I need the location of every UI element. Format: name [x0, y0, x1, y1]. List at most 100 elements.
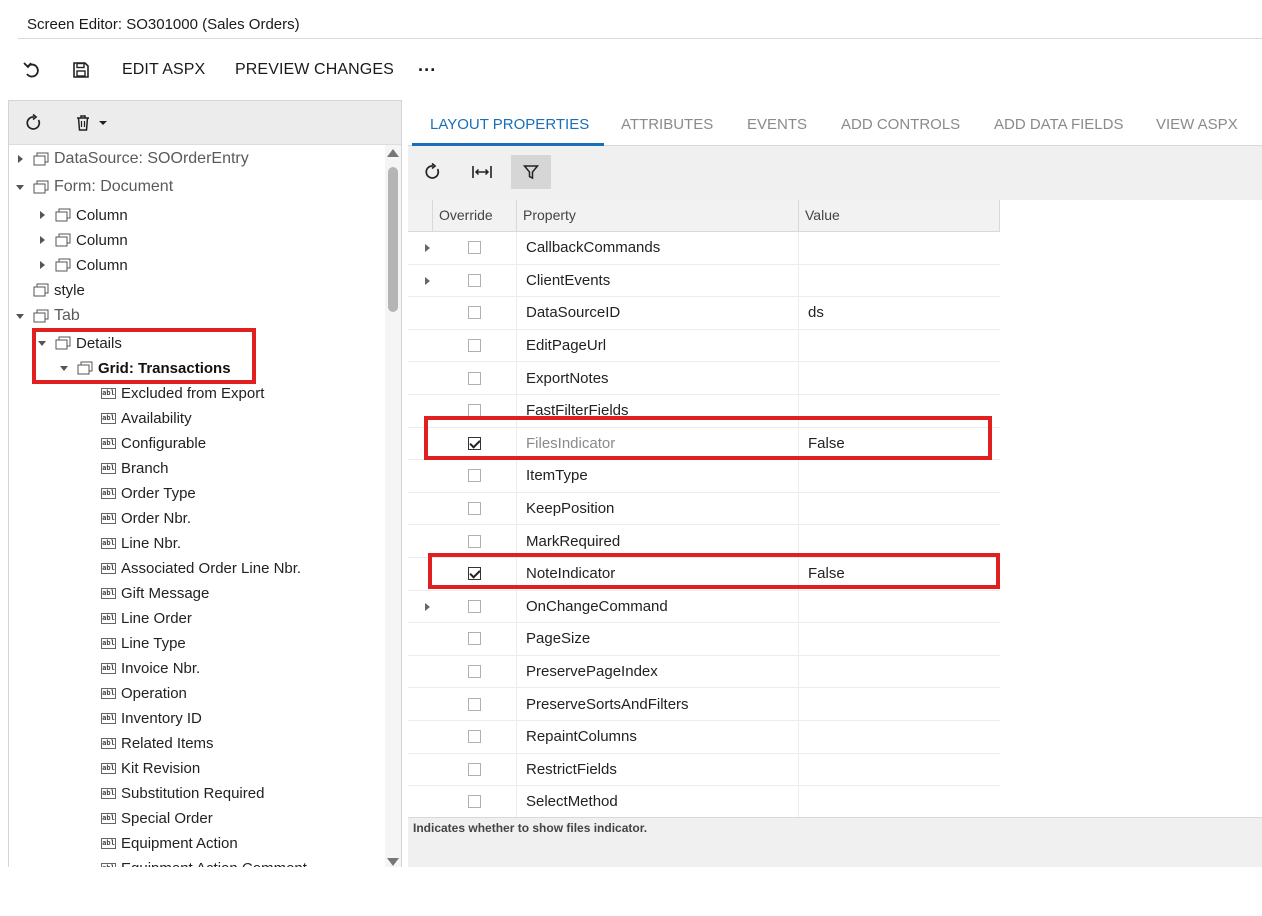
scroll-thumb[interactable]: [388, 167, 398, 312]
tree-node-tab[interactable]: Tab: [15, 304, 80, 328]
property-row[interactable]: FastFilterFields: [408, 395, 1000, 428]
override-checkbox[interactable]: [467, 730, 481, 744]
collapse-arrow-icon[interactable]: [37, 337, 49, 349]
tree-field-item[interactable]: abl Substitution Required: [101, 781, 264, 805]
tree-node-form-document[interactable]: Form: Document: [15, 175, 173, 199]
tab-layout-properties[interactable]: LAYOUT PROPERTIES: [430, 116, 589, 133]
tree-field-item[interactable]: abl Associated Order Line Nbr.: [101, 556, 301, 580]
save-button[interactable]: [72, 52, 94, 88]
column-header-property[interactable]: Property: [516, 200, 798, 232]
property-row[interactable]: KeepPosition: [408, 492, 1000, 526]
preview-changes-button[interactable]: PREVIEW CHANGES: [235, 52, 394, 88]
expand-arrow-icon[interactable]: [425, 244, 430, 252]
override-checkbox[interactable]: [467, 632, 481, 646]
tree-node-style[interactable]: style: [33, 278, 85, 302]
tree-field-item[interactable]: abl Line Nbr.: [101, 531, 181, 555]
property-row[interactable]: NoteIndicator False: [408, 558, 1000, 591]
property-value-cell[interactable]: [798, 492, 1000, 525]
override-checkbox[interactable]: [467, 567, 481, 581]
property-row[interactable]: RepaintColumns: [408, 721, 1000, 754]
tab-events[interactable]: EVENTS: [747, 116, 807, 133]
tree-field-item[interactable]: abl Line Type: [101, 631, 186, 655]
override-checkbox[interactable]: [467, 502, 481, 516]
override-checkbox[interactable]: [467, 241, 481, 255]
tree-field-item[interactable]: abl Operation: [101, 681, 187, 705]
tree-field-item[interactable]: abl Line Order: [101, 606, 192, 630]
property-value-cell[interactable]: [798, 655, 1000, 688]
property-value-cell[interactable]: [798, 721, 1000, 753]
tree-field-item[interactable]: abl Gift Message: [101, 581, 209, 605]
override-checkbox[interactable]: [467, 599, 481, 613]
override-checkbox[interactable]: [467, 273, 481, 287]
property-row[interactable]: ItemType: [408, 460, 1000, 493]
override-checkbox[interactable]: [467, 404, 481, 418]
override-checkbox[interactable]: [467, 534, 481, 548]
override-checkbox[interactable]: [467, 665, 481, 679]
tree-field-item[interactable]: abl Related Items: [101, 731, 214, 755]
property-row[interactable]: MarkRequired: [408, 525, 1000, 558]
property-row[interactable]: FilesIndicator False: [408, 427, 1000, 461]
override-checkbox[interactable]: [467, 762, 481, 776]
collapse-arrow-icon[interactable]: [15, 181, 27, 193]
column-header-override[interactable]: Override: [432, 200, 516, 232]
tab-attributes[interactable]: ATTRIBUTES: [621, 116, 713, 133]
tree-delete-button[interactable]: [75, 109, 109, 137]
scroll-down-icon[interactable]: [387, 858, 399, 866]
tab-view-aspx[interactable]: VIEW ASPX: [1156, 116, 1238, 133]
property-value-cell[interactable]: [798, 753, 1000, 786]
override-checkbox[interactable]: [467, 697, 481, 711]
property-value-cell[interactable]: [798, 688, 1000, 720]
property-value-cell[interactable]: [798, 786, 1000, 818]
expand-arrow-icon[interactable]: [37, 234, 49, 246]
property-row[interactable]: SelectMethod: [408, 786, 1000, 819]
property-row[interactable]: PreserveSortsAndFilters: [408, 688, 1000, 721]
tree-field-item[interactable]: abl Equipment Action Comment: [101, 856, 307, 867]
tree-node-column[interactable]: Column: [37, 203, 128, 227]
tree-field-item[interactable]: abl Kit Revision: [101, 756, 200, 780]
properties-refresh-button[interactable]: [413, 155, 453, 189]
filter-button[interactable]: [511, 155, 551, 189]
property-row[interactable]: PageSize: [408, 623, 1000, 656]
edit-aspx-button[interactable]: EDIT ASPX: [122, 52, 205, 88]
property-value-cell[interactable]: [798, 525, 1000, 557]
property-value-cell[interactable]: [798, 362, 1000, 394]
expand-arrow-icon[interactable]: [37, 209, 49, 221]
property-row[interactable]: CallbackCommands: [408, 232, 1000, 265]
tree-field-item[interactable]: abl Availability: [101, 406, 192, 430]
scroll-up-icon[interactable]: [387, 149, 399, 157]
tree-field-item[interactable]: abl Configurable: [101, 431, 206, 455]
override-checkbox[interactable]: [467, 306, 481, 320]
property-value-cell[interactable]: [798, 395, 1000, 427]
property-value-cell[interactable]: [798, 264, 1000, 297]
undo-button[interactable]: [22, 52, 44, 88]
override-checkbox[interactable]: [467, 795, 481, 809]
tree-field-item[interactable]: abl Branch: [101, 456, 169, 480]
expand-arrow-icon[interactable]: [37, 259, 49, 271]
property-value-cell[interactable]: False: [798, 427, 1000, 460]
tree-scrollbar[interactable]: [385, 145, 401, 867]
tree-node-column[interactable]: Column: [37, 228, 128, 252]
tree-field-item[interactable]: abl Order Type: [101, 481, 196, 505]
override-checkbox[interactable]: [467, 469, 481, 483]
more-button[interactable]: ···: [418, 52, 436, 88]
tree-field-item[interactable]: abl Invoice Nbr.: [101, 656, 200, 680]
property-row[interactable]: RestrictFields: [408, 753, 1000, 787]
property-row[interactable]: OnChangeCommand: [408, 590, 1000, 624]
tree-node-datasource[interactable]: DataSource: SOOrderEntry: [15, 147, 249, 171]
property-row[interactable]: ExportNotes: [408, 362, 1000, 395]
fit-columns-button[interactable]: [462, 155, 502, 189]
expand-arrow-icon[interactable]: [425, 276, 430, 285]
tree-node-column[interactable]: Column: [37, 253, 128, 277]
property-row[interactable]: ClientEvents: [408, 264, 1000, 298]
tree-field-item[interactable]: abl Special Order: [101, 806, 213, 830]
property-row[interactable]: EditPageUrl: [408, 329, 1000, 363]
expand-arrow-icon[interactable]: [15, 153, 27, 165]
tree-node-details[interactable]: Details: [37, 331, 122, 355]
collapse-arrow-icon[interactable]: [15, 310, 27, 322]
tree-field-item[interactable]: abl Equipment Action: [101, 831, 238, 855]
property-value-cell[interactable]: False: [798, 558, 1000, 590]
tree-field-item[interactable]: abl Inventory ID: [101, 706, 202, 730]
override-checkbox[interactable]: [467, 436, 481, 450]
tab-add-controls[interactable]: ADD CONTROLS: [841, 116, 960, 133]
property-value-cell[interactable]: ds: [798, 297, 1000, 329]
